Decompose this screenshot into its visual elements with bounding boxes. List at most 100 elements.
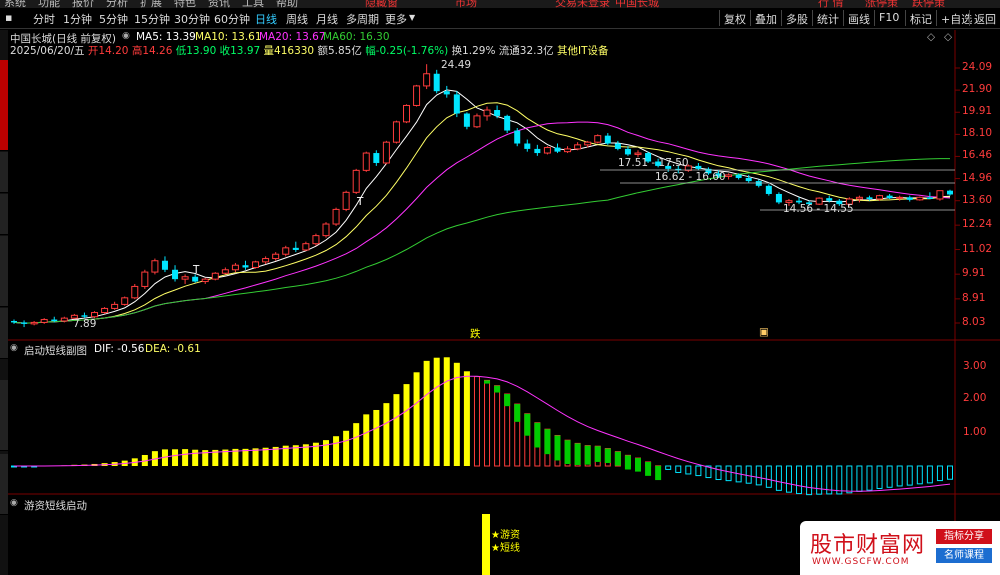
candle-body-down bbox=[524, 143, 531, 149]
t-marker-1: T bbox=[193, 264, 200, 276]
event-marker-icon[interactable]: ▣ bbox=[759, 326, 769, 338]
price-axis-label: 11.02 bbox=[962, 242, 993, 255]
macd-yellow-bar bbox=[413, 372, 420, 466]
candle-body-down bbox=[51, 319, 58, 321]
candle-body-down bbox=[514, 130, 521, 144]
candle-body-down bbox=[292, 247, 299, 250]
macd-yellow-bar bbox=[443, 357, 450, 466]
macd-cyan-bar bbox=[806, 465, 813, 496]
turnover-value: 换1.29% bbox=[451, 45, 496, 57]
fall-signal-label: 跌 bbox=[470, 328, 481, 340]
close-value: 13.97 bbox=[230, 45, 261, 57]
candle-body-up bbox=[262, 258, 270, 263]
macd-yellow-bar bbox=[373, 409, 380, 466]
macd-cyan-bar bbox=[926, 465, 933, 484]
macd-cyan-bar bbox=[785, 465, 792, 493]
candle-body-up bbox=[342, 191, 350, 210]
candle-body-down bbox=[504, 115, 511, 131]
candle-body-up bbox=[181, 276, 189, 280]
macd-green-bar bbox=[604, 448, 611, 463]
panel-expand-icon[interactable]: ◇ bbox=[944, 31, 952, 43]
candle-body-down bbox=[443, 91, 450, 95]
macd-cyan-bar bbox=[866, 465, 873, 491]
t-marker-2: T bbox=[357, 196, 364, 208]
macd-axis-2: 2.00 bbox=[963, 392, 987, 404]
candle-body-up bbox=[594, 135, 602, 143]
macd-cyan-bar bbox=[947, 465, 953, 480]
macd-yellow-bar bbox=[343, 430, 350, 466]
macd-toggle-icon[interactable]: ◉ bbox=[10, 343, 18, 353]
candle-body-down bbox=[826, 198, 833, 201]
macd-green-bar bbox=[514, 404, 521, 422]
candle-body-up bbox=[392, 121, 400, 143]
macd-green-bar bbox=[594, 446, 601, 462]
panel3-toggle-icon[interactable]: ◉ bbox=[10, 498, 18, 508]
macd-yellow-bar bbox=[363, 414, 370, 466]
candle-body-up bbox=[30, 321, 38, 325]
candle-body-down bbox=[494, 110, 501, 116]
amount-value: 额5.85亿 bbox=[317, 45, 362, 57]
macd-cyan-bar bbox=[715, 465, 722, 481]
candle-body-up bbox=[382, 141, 390, 164]
kline-chart[interactable] bbox=[0, 0, 1000, 575]
price-axis-label: 19.91 bbox=[962, 105, 993, 118]
range-label-1: 17.51 - 17.50 bbox=[618, 157, 689, 169]
macd-axis-1: 1.00 bbox=[963, 426, 987, 438]
watermark-logo: 股市财富网 WWW.GSCFW.COM 指标分享 名师课程 bbox=[800, 521, 1000, 575]
macd-yellow-bar bbox=[242, 448, 249, 466]
range-label-3: 14.56 - 14.55 bbox=[783, 203, 854, 215]
macd-green-bar bbox=[574, 443, 581, 465]
candle-body-up bbox=[423, 73, 431, 87]
candle-body-down bbox=[614, 143, 621, 149]
macd-yellow-bar bbox=[383, 403, 390, 466]
candle-body-up bbox=[60, 317, 68, 322]
signal-label-2: ★短线 bbox=[491, 543, 520, 554]
macd-cyan-bar bbox=[886, 465, 893, 488]
macd-green-bar bbox=[554, 435, 561, 461]
volume-label: 量 bbox=[263, 45, 275, 57]
macd-cyan-bar bbox=[816, 465, 823, 495]
dea-label: DEA: -0.61 bbox=[145, 343, 201, 355]
macd-green-bar bbox=[544, 429, 551, 455]
candle-body-down bbox=[735, 174, 742, 178]
price-grid bbox=[955, 67, 960, 324]
candle-body-down bbox=[745, 177, 752, 182]
macd-green-bar bbox=[524, 413, 531, 436]
candle-body-down bbox=[866, 197, 873, 200]
macd-red-bar bbox=[473, 376, 480, 467]
macd-green-bar bbox=[534, 422, 541, 448]
range-label-2: 16.62 - 16.60 bbox=[655, 171, 726, 183]
candle-body-up bbox=[201, 278, 209, 283]
candle-body-down bbox=[81, 315, 88, 317]
candle-body-up bbox=[916, 196, 924, 201]
price-axis-label: 12.24 bbox=[962, 218, 993, 231]
candle-body-down bbox=[21, 322, 28, 324]
float-value: 流通32.3亿 bbox=[498, 45, 554, 57]
macd-cyan-bar bbox=[665, 465, 672, 470]
price-axis-label: 24.09 bbox=[962, 61, 993, 73]
candle-body-up bbox=[855, 196, 863, 200]
candle-body-down bbox=[926, 197, 933, 200]
volume-value: 416330 bbox=[274, 45, 315, 57]
candle-body-up bbox=[101, 307, 109, 314]
macd-yellow-bar bbox=[262, 447, 269, 466]
macd-histogram bbox=[11, 357, 953, 496]
candle-body-up bbox=[282, 247, 290, 255]
candle-body-up bbox=[876, 195, 884, 200]
candle-body-down bbox=[604, 135, 611, 144]
macd-red-bar bbox=[484, 379, 491, 467]
macd-cyan-bar bbox=[906, 465, 913, 486]
panel-diamond-icon[interactable]: ◇ bbox=[927, 31, 935, 43]
candle-body-up bbox=[272, 253, 280, 260]
info-toggle-icon[interactable]: ◉ bbox=[122, 31, 130, 41]
logo-name: 股市财富网 bbox=[810, 533, 926, 558]
signal-bar bbox=[482, 514, 490, 575]
macd-yellow-bar bbox=[252, 448, 259, 466]
price-axis-label: 9.91 bbox=[962, 267, 986, 280]
price-axis-label: 16.46 bbox=[962, 149, 993, 162]
price-axis-label: 14.96 bbox=[962, 171, 993, 184]
high-label: 高 bbox=[131, 45, 143, 57]
macd-yellow-bar bbox=[393, 394, 400, 466]
macd-yellow-bar bbox=[353, 423, 360, 466]
macd-yellow-bar bbox=[333, 436, 340, 466]
